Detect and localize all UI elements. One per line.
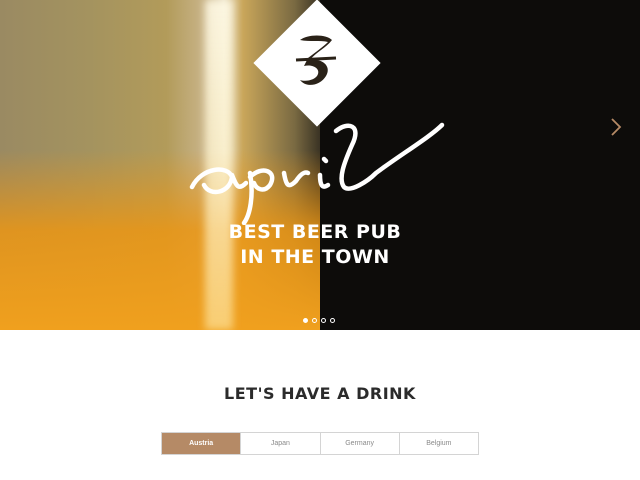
section-title: LET'S HAVE A DRINK xyxy=(224,384,416,403)
slider-dot-3[interactable] xyxy=(321,318,326,323)
slider-dot-1[interactable] xyxy=(303,318,308,323)
tagline-line-2: IN THE TOWN xyxy=(240,246,390,268)
tab-germany[interactable]: Germany xyxy=(320,433,400,454)
tagline-line-1: BEST BEER PUB xyxy=(228,221,402,243)
script-title xyxy=(189,122,445,225)
tab-belgium[interactable]: Belgium xyxy=(399,433,478,454)
hero-slider: BEST BEER PUB IN THE TOWN xyxy=(0,0,640,330)
hero-tagline: BEST BEER PUB IN THE TOWN xyxy=(190,220,440,270)
slider-dots xyxy=(303,318,335,323)
slider-dot-2[interactable] xyxy=(312,318,317,323)
slider-dot-4[interactable] xyxy=(330,318,335,323)
tab-austria[interactable]: Austria xyxy=(162,433,242,454)
chevron-right-icon[interactable] xyxy=(608,116,624,138)
tab-japan[interactable]: Japan xyxy=(241,433,321,454)
country-tabs: Austria Japan Germany Belgium xyxy=(161,432,479,455)
brand-logo-icon xyxy=(295,35,337,85)
